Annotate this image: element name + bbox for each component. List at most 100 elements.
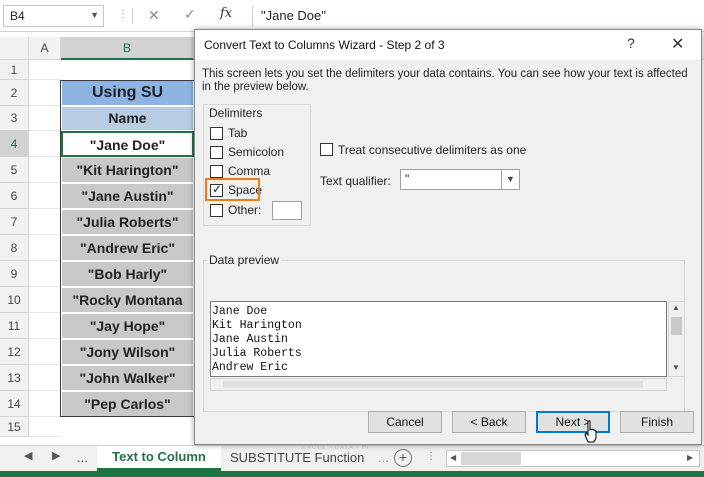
cell-a14[interactable] [29,391,61,417]
name-box[interactable]: B4 ▼ [3,5,104,27]
chevron-down-icon[interactable]: ▼ [90,10,99,20]
name-cell[interactable]: "Pep Carlos" [61,391,194,417]
name-header-cell[interactable]: Name [61,106,194,131]
horizontal-scrollbar[interactable]: ◀ ▶ [446,450,700,467]
status-strip [0,471,704,477]
scroll-left-icon[interactable]: ◀ [450,453,456,462]
row-header-5[interactable]: 5 [0,157,29,183]
data-preview-box[interactable]: Jane Doe Kit Harington Jane Austin Julia Ro… [210,301,667,377]
row-header-11[interactable]: 11 [0,313,29,339]
scroll-thumb[interactable] [671,317,682,335]
row-header-1[interactable]: 1 [0,60,29,80]
cell-a1[interactable] [29,60,61,80]
name-cell[interactable]: "Jay Hope" [61,313,194,339]
dialog-description: This screen lets you set the delimiters … [202,68,688,93]
scroll-down-icon[interactable]: ▼ [672,363,680,372]
checkbox-semicolon[interactable] [210,146,223,159]
cell-a11[interactable] [29,313,61,339]
cell-a12[interactable] [29,339,61,365]
cell-a9[interactable] [29,261,61,287]
preview-line: Kit Harington [212,319,302,332]
row-header-13[interactable]: 13 [0,365,29,391]
help-icon[interactable]: ? [627,35,635,51]
enter-formula-icon[interactable]: ✓ [184,6,196,23]
label-semicolon[interactable]: Semicolon [228,145,284,159]
row-header-10[interactable]: 10 [0,287,29,313]
select-all-corner[interactable] [0,37,29,60]
preview-horizontal-scrollbar[interactable] [210,378,667,391]
tab-substitute-function[interactable]: SUBSTITUTE Function [230,450,364,465]
more-icon: ⋮ [426,451,436,462]
next-sheet-icon[interactable]: ▶ [52,449,60,462]
dialog-title: Convert Text to Columns Wizard - Step 2 … [204,38,445,52]
prev-sheet-icon[interactable]: ◀ [24,449,32,462]
tab-text-to-column[interactable]: Text to Column [97,446,221,471]
preview-vertical-scrollbar[interactable]: ▲ ▼ [668,301,685,377]
add-sheet-button[interactable]: + [394,449,412,467]
column-header-a[interactable]: A [29,37,61,60]
text-qualifier-label: Text qualifier: [320,174,391,188]
name-cell[interactable]: "Bob Harly" [61,261,194,287]
row-header-4[interactable]: 4 [0,131,29,157]
consecutive-delimiters-label[interactable]: Treat consecutive delimiters as one [338,143,526,157]
label-comma[interactable]: Comma [228,164,270,178]
cell-a10[interactable] [29,287,61,313]
more-sheets-button[interactable]: ... [77,450,88,465]
row-header-9[interactable]: 9 [0,261,29,287]
next-button[interactable]: Next > [536,411,610,433]
cell-a15[interactable] [29,417,61,437]
formula-input[interactable]: "Jane Doe" [252,5,704,27]
checkbox-tab[interactable] [210,127,223,140]
label-other[interactable]: Other: [228,203,261,217]
row-header-14[interactable]: 14 [0,391,29,417]
preview-line: Jane Doe [212,305,268,318]
preview-lines: Jane Doe Kit Harington Jane Austin Julia Ro… [212,305,302,375]
name-cell[interactable]: "Kit Harington" [61,157,194,183]
name-cell[interactable]: "Andrew Eric" [61,235,194,261]
scroll-right-icon[interactable]: ▶ [687,453,693,462]
row-header-8[interactable]: 8 [0,235,29,261]
cell-a4[interactable] [29,131,61,157]
cell-a7[interactable] [29,209,61,235]
cell-a6[interactable] [29,183,61,209]
worksheet-grid: 1 2 3 4 5 6 7 8 9 10 11 12 13 14 15 Using SU Name "Jane D… [0,60,195,445]
name-cell[interactable]: "Rocky Montana [61,287,194,313]
cancel-formula-icon[interactable]: ✕ [148,7,160,24]
name-cell[interactable]: "John Walker" [61,365,194,391]
cell-a5[interactable] [29,157,61,183]
row-header-6[interactable]: 6 [0,183,29,209]
row-header-15[interactable]: 15 [0,417,29,437]
scroll-thumb[interactable] [461,452,521,465]
name-cell[interactable]: "Jane Doe" [61,131,194,157]
cell-a3[interactable] [29,106,61,131]
finish-button[interactable]: Finish [620,411,694,433]
title-cell[interactable]: Using SU [61,80,194,106]
insert-function-icon[interactable]: fx [220,6,232,21]
chevron-down-icon[interactable]: ▼ [501,170,519,189]
close-icon[interactable]: ✕ [671,34,684,54]
name-cell[interactable]: "Jane Austin" [61,183,194,209]
dialog-titlebar[interactable]: Convert Text to Columns Wizard - Step 2 … [195,30,701,60]
row-header-7[interactable]: 7 [0,209,29,235]
checkbox-comma[interactable] [210,165,223,178]
cell-a8[interactable] [29,235,61,261]
row-header-2[interactable]: 2 [0,80,29,106]
scroll-thumb[interactable] [223,381,643,388]
scroll-up-icon[interactable]: ▲ [672,303,680,312]
cell-a2[interactable] [29,80,61,106]
column-header-b[interactable]: B [61,37,194,60]
consecutive-delimiters-checkbox[interactable] [320,143,333,156]
row-header-3[interactable]: 3 [0,106,29,131]
other-delimiter-input[interactable] [272,201,302,220]
name-cell[interactable]: "Jony Wilson" [61,339,194,365]
cancel-button[interactable]: Cancel [368,411,442,433]
row-header-12[interactable]: 12 [0,339,29,365]
back-button[interactable]: < Back [452,411,526,433]
delimiters-label: Delimiters [207,106,265,120]
checkbox-other[interactable] [210,204,223,217]
cell-a13[interactable] [29,365,61,391]
more-sheets-right[interactable]: ... [378,450,389,465]
text-qualifier-select[interactable]: " ▼ [400,169,520,190]
name-cell[interactable]: "Julia Roberts" [61,209,194,235]
label-tab[interactable]: Tab [228,126,247,140]
